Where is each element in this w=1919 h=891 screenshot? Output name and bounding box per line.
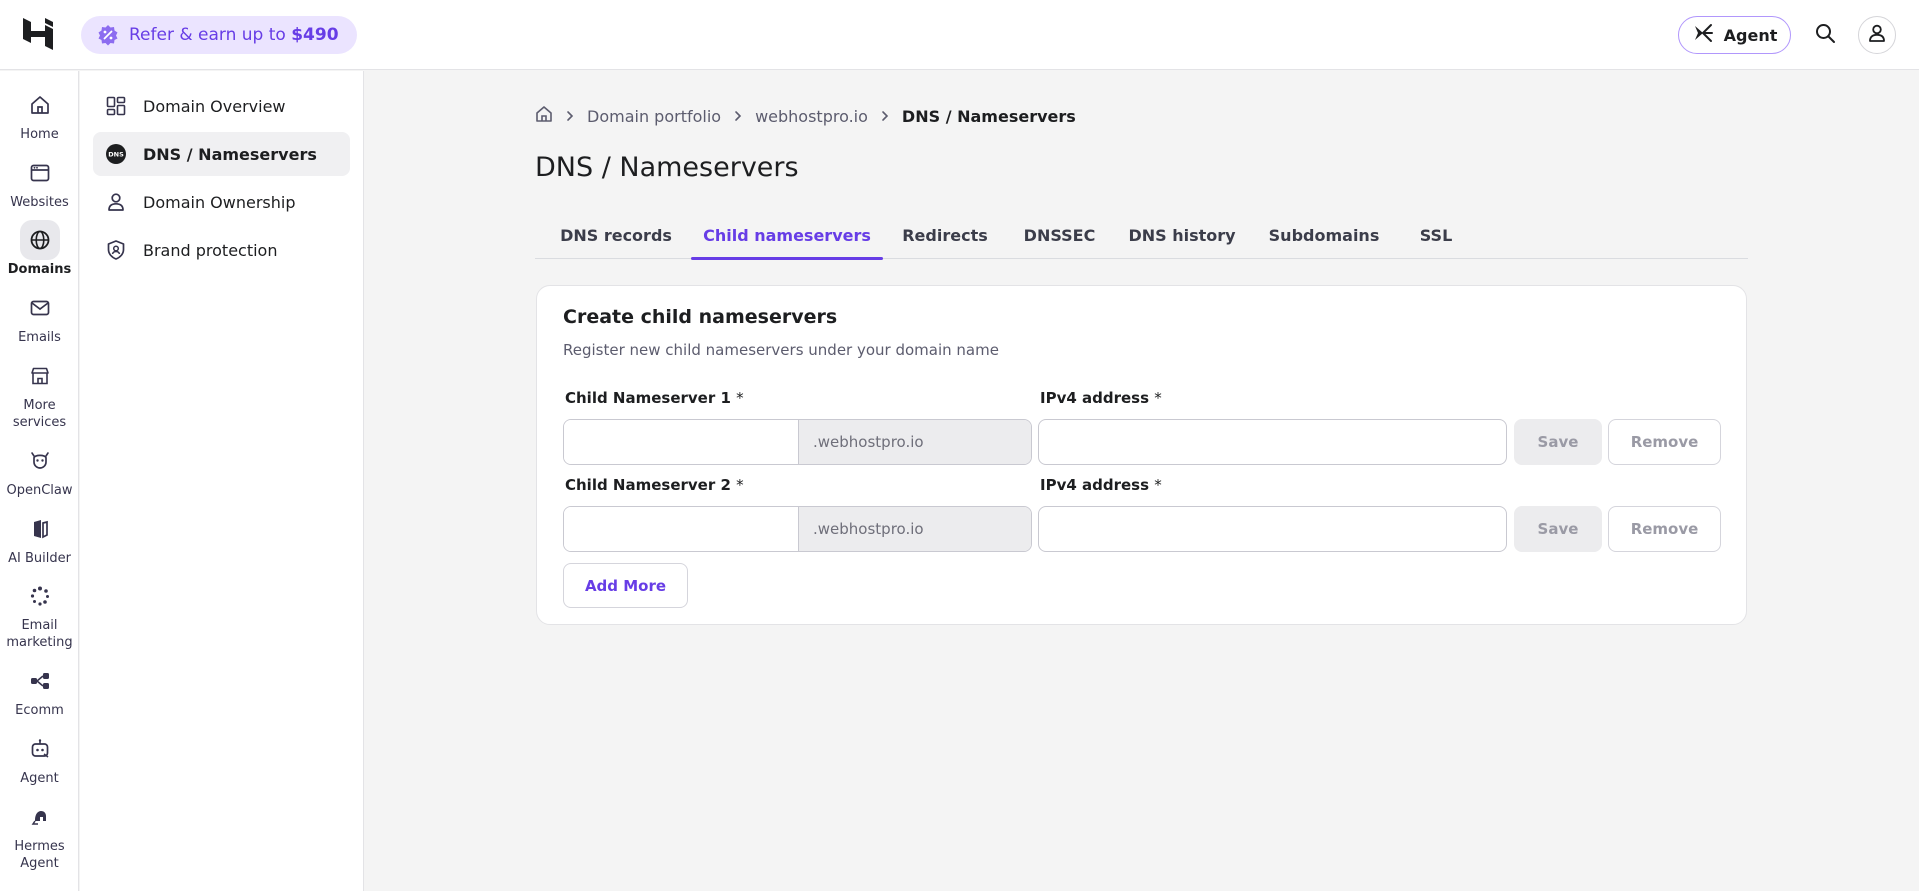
breadcrumb-domain[interactable]: webhostpro.io bbox=[755, 107, 868, 126]
tab-dns-records[interactable]: DNS records bbox=[535, 212, 697, 259]
rail-label: AI Builder bbox=[8, 551, 71, 566]
top-bar: Refer & earn up to $490 Agent bbox=[0, 0, 1919, 70]
ns1-remove-button[interactable]: Remove bbox=[1608, 419, 1721, 465]
ns1-save-button[interactable]: Save bbox=[1514, 419, 1602, 465]
share-nodes-icon bbox=[20, 661, 60, 701]
rail-item-domains[interactable]: Domains bbox=[0, 220, 79, 278]
agent-sparkle-icon bbox=[1692, 22, 1714, 48]
tab-child-nameservers[interactable]: Child nameservers bbox=[691, 212, 883, 260]
rail-label: Emails bbox=[18, 330, 61, 345]
card-title: Create child nameservers bbox=[563, 306, 838, 328]
tab-redirects[interactable]: Redirects bbox=[883, 212, 1007, 259]
rail-item-hermes-agent[interactable]: Hermes Agent bbox=[0, 797, 79, 872]
chevron-right-icon bbox=[880, 107, 890, 126]
rail-label: Home bbox=[20, 127, 59, 142]
search-button[interactable] bbox=[1806, 16, 1844, 54]
rail-item-home[interactable]: Home bbox=[0, 85, 79, 143]
globe-icon bbox=[19, 220, 60, 260]
agent-label: Agent bbox=[1723, 25, 1778, 45]
subnav-item-domain-ownership[interactable]: Domain Ownership bbox=[93, 180, 350, 224]
rail-item-agent[interactable]: Agent bbox=[0, 729, 79, 787]
rail-item-openclaw[interactable]: OpenClaw bbox=[0, 441, 79, 499]
mail-icon bbox=[20, 288, 60, 328]
ip2-label: IPv4 address * bbox=[1040, 476, 1162, 494]
store-icon bbox=[20, 356, 60, 396]
rail-label: Websites bbox=[10, 195, 69, 210]
chevron-right-icon bbox=[565, 107, 575, 126]
shield-icon bbox=[105, 239, 127, 261]
person-icon bbox=[105, 191, 127, 213]
subnav-item-dns-nameservers[interactable]: DNS DNS / Nameservers bbox=[93, 132, 350, 176]
dns-tabs: DNS records Child nameservers Redirects … bbox=[535, 212, 1748, 260]
home-icon[interactable] bbox=[535, 105, 553, 127]
tab-dnssec[interactable]: DNSSEC bbox=[1007, 212, 1112, 259]
account-button[interactable] bbox=[1858, 16, 1896, 54]
ns1-domain-suffix: .webhostpro.io bbox=[798, 420, 1031, 464]
discount-badge-icon bbox=[97, 24, 119, 46]
dashboard-grid-icon bbox=[105, 95, 127, 117]
chevron-right-icon bbox=[733, 107, 743, 126]
search-icon bbox=[1814, 22, 1836, 48]
subnav-item-domain-overview[interactable]: Domain Overview bbox=[93, 84, 350, 128]
ip1-label: IPv4 address * bbox=[1040, 389, 1162, 407]
ns1-input[interactable] bbox=[564, 420, 798, 464]
tab-ssl[interactable]: SSL bbox=[1396, 212, 1476, 259]
hostinger-logo-icon[interactable] bbox=[20, 16, 56, 52]
dns-badge-icon: DNS bbox=[105, 143, 127, 165]
hermes-icon bbox=[20, 797, 60, 837]
tab-dns-history[interactable]: DNS history bbox=[1112, 212, 1252, 259]
sparkle-burst-icon bbox=[20, 576, 60, 616]
add-more-button[interactable]: Add More bbox=[563, 563, 688, 608]
robot-icon bbox=[20, 729, 60, 769]
ns2-save-button[interactable]: Save bbox=[1514, 506, 1602, 552]
subnav-label: Domain Overview bbox=[143, 96, 286, 116]
agent-button[interactable]: Agent bbox=[1678, 16, 1791, 54]
refer-earn-banner[interactable]: Refer & earn up to $490 bbox=[81, 16, 357, 54]
rail-label: Agent bbox=[20, 771, 59, 786]
card-subtitle: Register new child nameservers under you… bbox=[563, 341, 999, 359]
ns2-remove-button[interactable]: Remove bbox=[1608, 506, 1721, 552]
rail-label: Ecomm bbox=[15, 703, 64, 718]
breadcrumb: Domain portfolio webhostpro.io DNS / Nam… bbox=[535, 104, 1076, 128]
subnav-label: DNS / Nameservers bbox=[143, 144, 317, 164]
ns1-input-group: .webhostpro.io bbox=[563, 419, 1032, 465]
ip1-input[interactable] bbox=[1038, 419, 1507, 465]
rail-item-email-marketing[interactable]: Email marketing bbox=[0, 576, 79, 651]
rail-label: OpenClaw bbox=[6, 483, 73, 498]
child-nameservers-card: Create child nameservers Register new ch… bbox=[536, 285, 1747, 625]
ns2-label: Child Nameserver 2 * bbox=[565, 476, 744, 494]
refer-text: Refer & earn up to $490 bbox=[129, 25, 339, 45]
ai-builder-icon bbox=[20, 509, 60, 549]
rail-item-ecomm[interactable]: Ecomm bbox=[0, 661, 79, 719]
rail-label: Hermes Agent bbox=[14, 839, 65, 871]
domain-subnav: Domain Overview DNS DNS / Nameservers Do… bbox=[80, 71, 364, 891]
user-icon bbox=[1867, 23, 1887, 47]
subnav-label: Brand protection bbox=[143, 240, 278, 260]
svg-text:DNS: DNS bbox=[108, 151, 124, 159]
rail-label: More services bbox=[12, 398, 67, 430]
rail-label: Email marketing bbox=[6, 618, 73, 650]
subnav-item-brand-protection[interactable]: Brand protection bbox=[93, 228, 350, 272]
openclaw-icon bbox=[20, 441, 60, 481]
ns1-label: Child Nameserver 1 * bbox=[565, 389, 744, 407]
rail-item-websites[interactable]: Websites bbox=[0, 153, 79, 211]
subnav-label: Domain Ownership bbox=[143, 192, 296, 212]
rail-label: Domains bbox=[7, 262, 72, 277]
browser-window-icon bbox=[20, 153, 60, 193]
ns2-domain-suffix: .webhostpro.io bbox=[798, 507, 1031, 551]
ns2-input[interactable] bbox=[564, 507, 798, 551]
ip2-input[interactable] bbox=[1038, 506, 1507, 552]
tab-subdomains[interactable]: Subdomains bbox=[1252, 212, 1396, 259]
page-title: DNS / Nameservers bbox=[535, 152, 799, 183]
rail-item-more-services[interactable]: More services bbox=[0, 356, 79, 431]
ns2-input-group: .webhostpro.io bbox=[563, 506, 1032, 552]
rail-item-ai-builder[interactable]: AI Builder bbox=[0, 509, 79, 567]
breadcrumb-domain-portfolio[interactable]: Domain portfolio bbox=[587, 107, 721, 126]
breadcrumb-current: DNS / Nameservers bbox=[901, 106, 1076, 126]
home-icon bbox=[20, 85, 60, 125]
main-nav-rail: Home Websites Domains Emails More servic… bbox=[0, 71, 79, 891]
rail-item-emails[interactable]: Emails bbox=[0, 288, 79, 346]
